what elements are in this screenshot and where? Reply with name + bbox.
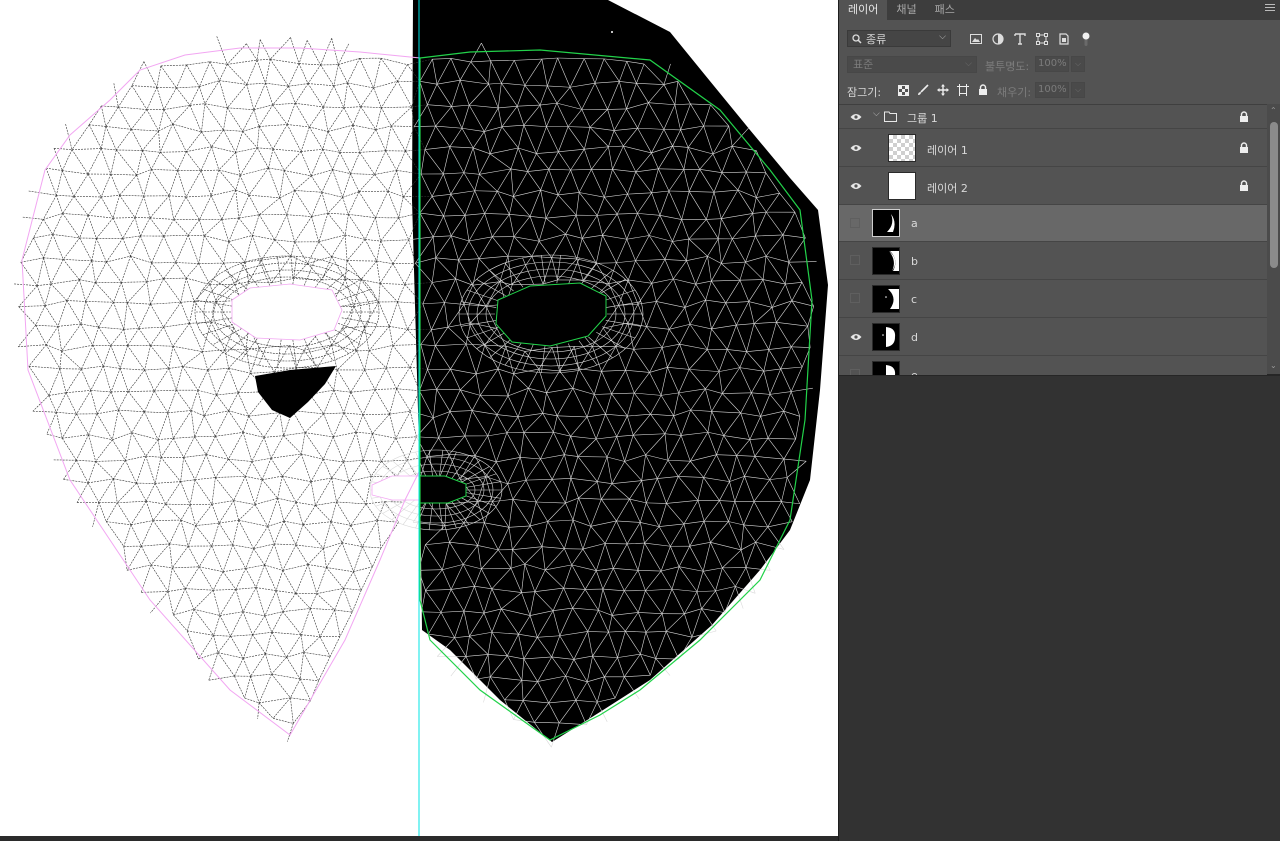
layer-row-e[interactable]: e	[839, 356, 1267, 375]
layer-name: d	[911, 331, 918, 344]
lock-position-icon[interactable]	[933, 82, 953, 98]
filter-toggle-icon[interactable]	[1075, 31, 1097, 47]
opacity-input[interactable]: 100%	[1035, 56, 1069, 72]
layer-thumbnail	[888, 134, 916, 162]
visibility-toggle-empty[interactable]	[850, 293, 860, 303]
layer-name: c	[911, 293, 918, 306]
layer-name: 그룹 1	[907, 112, 938, 125]
right-panel-dock: 레이어 채널 패스 종류 ⌵ 표준 ⌵ 불투명도: 100% ⌵ 잠그기: 채우…	[838, 0, 1280, 841]
eye-icon[interactable]	[848, 142, 864, 154]
search-icon	[852, 33, 862, 44]
shape-filter-icon[interactable]	[1031, 31, 1053, 47]
fill-label: 채우기:	[997, 86, 1032, 99]
layer-thumbnail	[872, 323, 900, 351]
canvas-bottom-edge	[0, 836, 838, 841]
layer-row-b[interactable]: b	[839, 242, 1267, 280]
document-canvas[interactable]	[0, 0, 838, 841]
layer-thumbnail	[872, 285, 900, 313]
layer-list-scrollbar[interactable]: ⌃ ⌄	[1267, 104, 1280, 374]
lock-artboard-icon[interactable]	[953, 82, 973, 98]
lock-image-pixels-icon[interactable]	[913, 82, 933, 98]
opacity-label: 불투명도:	[985, 60, 1030, 73]
layer-filter-label: 종류	[866, 32, 887, 46]
layer-name: a	[911, 217, 918, 230]
layer-row-a[interactable]: a	[839, 205, 1267, 242]
chevron-down-icon[interactable]: ⌄	[1270, 361, 1277, 370]
layer-row-c[interactable]: c	[839, 280, 1267, 318]
fill-input[interactable]: 100%	[1035, 82, 1069, 98]
layer-thumbnail	[872, 209, 900, 237]
lock-icon	[1240, 111, 1248, 122]
tab-paths[interactable]: 패스	[926, 0, 964, 20]
layer-name: 레이어 1	[927, 144, 968, 157]
layer-name: e	[911, 369, 918, 375]
visibility-toggle-empty[interactable]	[850, 369, 860, 375]
lock-transparent-pixels-icon[interactable]	[893, 82, 913, 98]
visibility-toggle-empty[interactable]	[850, 255, 860, 265]
lock-icons	[893, 82, 993, 98]
chevron-down-icon[interactable]: ⌵	[873, 109, 880, 119]
layer-list: ⌵ 그룹 1 레이어 1 레이어 2 a b c d	[839, 104, 1267, 375]
eye-icon[interactable]	[848, 180, 864, 192]
visibility-toggle-empty[interactable]	[850, 218, 860, 228]
layer-name: b	[911, 255, 918, 268]
fill-dropdown-icon[interactable]: ⌵	[1071, 82, 1085, 98]
filter-icons	[965, 31, 1097, 47]
opacity-dropdown-icon[interactable]: ⌵	[1071, 56, 1085, 72]
scrollbar-thumb[interactable]	[1270, 122, 1278, 268]
tab-layers[interactable]: 레이어	[839, 0, 888, 20]
eye-icon[interactable]	[848, 111, 864, 123]
smart-object-filter-icon[interactable]	[1053, 31, 1075, 47]
adjustment-filter-icon[interactable]	[987, 31, 1009, 47]
layer-thumbnail	[872, 247, 900, 275]
image-filter-icon[interactable]	[965, 31, 987, 47]
lock-icon	[1240, 142, 1248, 153]
panel-menu-icon[interactable]	[1265, 4, 1275, 14]
blend-mode-value: 표준	[853, 58, 874, 71]
folder-icon	[884, 111, 897, 122]
blend-mode-select[interactable]: 표준 ⌵	[847, 56, 977, 73]
layer-thumbnail	[888, 172, 916, 200]
layer-thumbnail	[872, 361, 900, 375]
lock-icon	[1240, 180, 1248, 191]
chevron-up-icon[interactable]: ⌃	[1270, 106, 1277, 115]
layer-name: 레이어 2	[927, 182, 968, 195]
eye-icon[interactable]	[848, 331, 864, 343]
layer-row-group-1[interactable]: ⌵ 그룹 1	[839, 105, 1267, 129]
chevron-down-icon: ⌵	[939, 32, 946, 42]
layer-filter-select[interactable]: 종류 ⌵	[847, 30, 951, 47]
panel-tabs: 레이어 채널 패스	[839, 0, 1280, 20]
face-mesh-artwork	[14, 0, 828, 841]
lock-label: 잠그기:	[847, 86, 882, 99]
layer-row-layer-1[interactable]: 레이어 1	[839, 129, 1267, 167]
layer-row-layer-2[interactable]: 레이어 2	[839, 167, 1267, 205]
chevron-down-icon: ⌵	[965, 59, 972, 69]
tab-channels[interactable]: 채널	[887, 0, 925, 20]
type-filter-icon[interactable]	[1009, 31, 1031, 47]
layer-row-d[interactable]: d	[839, 318, 1267, 356]
layers-panel: 레이어 채널 패스 종류 ⌵ 표준 ⌵ 불투명도: 100% ⌵ 잠그기: 채우…	[839, 0, 1280, 376]
lock-all-icon[interactable]	[973, 82, 993, 98]
